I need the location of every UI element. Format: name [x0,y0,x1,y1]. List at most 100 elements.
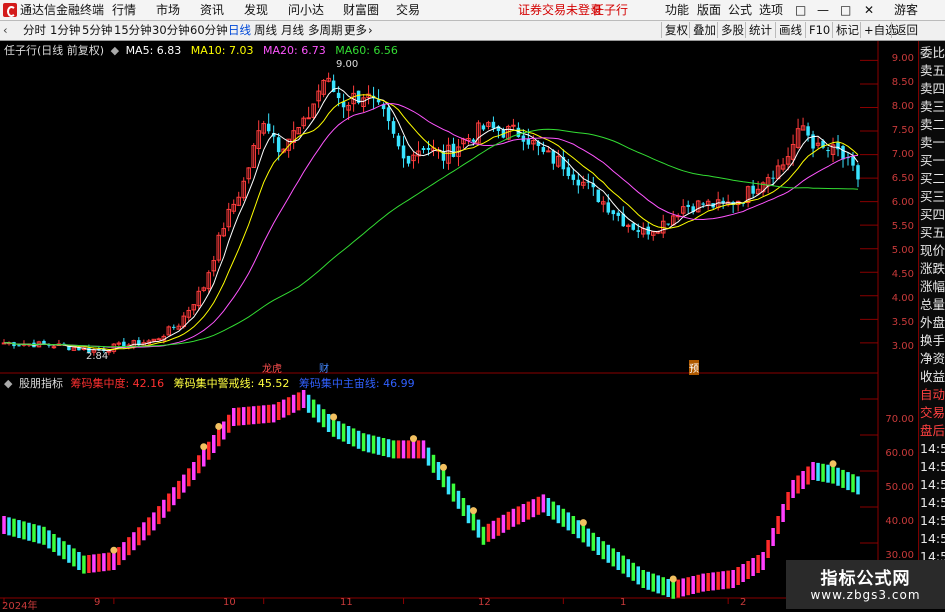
sidebar-item[interactable]: 卖四 [920,80,945,97]
sidebar-item[interactable]: 买二 [920,170,945,187]
sidebar-item[interactable]: 买五 [920,224,945,241]
period-15min[interactable]: 15分钟 [114,23,152,38]
sidebar-item[interactable]: 卖二 [920,116,945,133]
statistics-button[interactable]: 统计 [745,22,775,38]
indicator-bar [481,526,486,545]
window-maximize-icon[interactable]: □ [840,2,851,18]
indicator-bar [516,506,521,525]
indicator-bar [401,440,406,459]
sidebar-item[interactable]: 买一 [920,152,945,169]
more-chevron-icon[interactable]: › [368,23,373,38]
menu-trade[interactable]: 交易 [396,2,420,18]
sidebar-item[interactable]: 委比 [920,44,945,61]
sidebar-item[interactable]: 卖一 [920,134,945,151]
sidebar-item[interactable]: 14:56 [920,530,945,547]
sidebar-item[interactable]: 涨幅 [920,278,945,295]
menu-news[interactable]: 资讯 [200,2,224,18]
indicator-main-line-label: 筹码集中主宙线: 46.99 [298,377,415,390]
sidebar-item[interactable]: 14:56 [920,476,945,493]
draw-line-button[interactable]: 画线 [775,22,805,38]
indicator-bar [12,518,16,537]
ma60-label: MA60: 6.56 [335,44,398,57]
sidebar-item[interactable]: 交易 [920,404,945,421]
event-marker-finance[interactable]: 财 [319,360,329,375]
sidebar-item[interactable]: 总量 [920,296,945,313]
menu-layout[interactable]: 版面 [697,2,721,18]
menu-function[interactable]: 功能 [665,2,689,18]
event-marker-longhu[interactable]: 龙虎 [262,360,282,375]
sidebar-item[interactable]: 14:56 [920,458,945,475]
indicator-bar [192,462,196,480]
indicator-bar [281,399,286,418]
period-toolbar: ‹ 分时 1分钟 5分钟 15分钟 30分钟 60分钟 日线 周线 月线 多周期… [0,21,945,41]
period-tick[interactable]: 分时 [23,23,46,38]
candle-body [426,147,431,150]
period-weekly[interactable]: 周线 [254,23,277,38]
indicator-bar [326,414,331,432]
mark-button[interactable]: 标记 [832,22,862,38]
event-marker-forecast[interactable]: 预 [689,360,699,375]
indicator-bar [826,464,830,483]
period-5min[interactable]: 5分钟 [82,23,112,38]
f10-button[interactable]: F10 [805,22,833,38]
sidebar-item[interactable]: 买四 [920,206,945,223]
indicator-bar [551,501,556,520]
indicator-bar [341,423,346,442]
price-tick: 6.00 [891,197,914,208]
sidebar-item[interactable]: 买三 [920,188,945,205]
sidebar-item[interactable]: 自动 [920,386,945,403]
overlay-button[interactable]: 叠加 [689,22,719,38]
sidebar-item[interactable]: 卖三 [920,98,945,115]
sidebar-item[interactable]: 现价 [920,242,945,259]
ma-toggle-icon[interactable]: ◆ [111,44,119,57]
menu-wenxiaoda[interactable]: 问小达 [288,2,324,18]
toolbar-prev-icon[interactable]: ‹ [3,23,8,38]
menu-options[interactable]: 选项 [759,2,783,18]
period-multi[interactable]: 多周期 [308,23,343,38]
sidebar-item[interactable]: 收益 [920,368,945,385]
menu-quotes[interactable]: 行情 [112,2,136,18]
sidebar-item[interactable]: 盘后 [920,422,945,439]
indicator-bar [366,434,371,453]
menu-wealth-circle[interactable]: 财富圈 [343,2,379,18]
sidebar-item[interactable]: 14:56 [920,440,945,457]
sidebar-item[interactable]: 卖五 [920,62,945,79]
period-daily[interactable]: 日线 [228,23,251,38]
period-more[interactable]: 更多 [344,23,367,38]
period-60min[interactable]: 60分钟 [190,23,228,38]
sidebar-item[interactable]: 14:56 [920,512,945,529]
window-close-icon[interactable]: ✕ [864,2,874,18]
indicator-tick: 60.00 [885,448,914,459]
candle-body [566,167,571,176]
indicator-name[interactable]: 股朋指标 [19,377,63,390]
chart-canvas[interactable] [0,41,918,609]
sidebar-item[interactable]: 外盘 [920,314,945,331]
window-minimize-icon[interactable]: — [817,2,829,18]
menu-discover[interactable]: 发现 [244,2,268,18]
restore-rights-button[interactable]: 复权 [661,22,691,38]
window-restore-small-icon[interactable]: □ [795,2,806,18]
back-button[interactable]: 返回 [891,22,921,38]
ma-line-ma60 [3,128,859,348]
guest-label[interactable]: 游客 [894,2,918,18]
indicator-bar [776,516,780,534]
indicator-bar [391,440,396,459]
menu-formula[interactable]: 公式 [728,2,752,18]
period-30min[interactable]: 30分钟 [152,23,190,38]
sidebar-item[interactable]: 涨跌 [920,260,945,277]
multi-stock-button[interactable]: 多股 [717,22,747,38]
indicator-toggle-icon[interactable]: ◆ [4,377,12,390]
indicator-bar [841,469,845,488]
sidebar-item[interactable]: 净资 [920,350,945,367]
indicator-bar [426,447,431,466]
sidebar-item[interactable]: 14:56 [920,494,945,511]
indicator-bar [132,532,136,551]
period-monthly[interactable]: 月线 [281,23,304,38]
indicator-bar [117,547,121,566]
indicator-bar [531,499,536,518]
candle-body [616,212,621,216]
sidebar-item[interactable]: 换手 [920,332,945,349]
menu-market[interactable]: 市场 [156,2,180,18]
period-1min[interactable]: 1分钟 [50,23,80,38]
login-notice[interactable]: 证券交易未登录 [518,2,602,18]
